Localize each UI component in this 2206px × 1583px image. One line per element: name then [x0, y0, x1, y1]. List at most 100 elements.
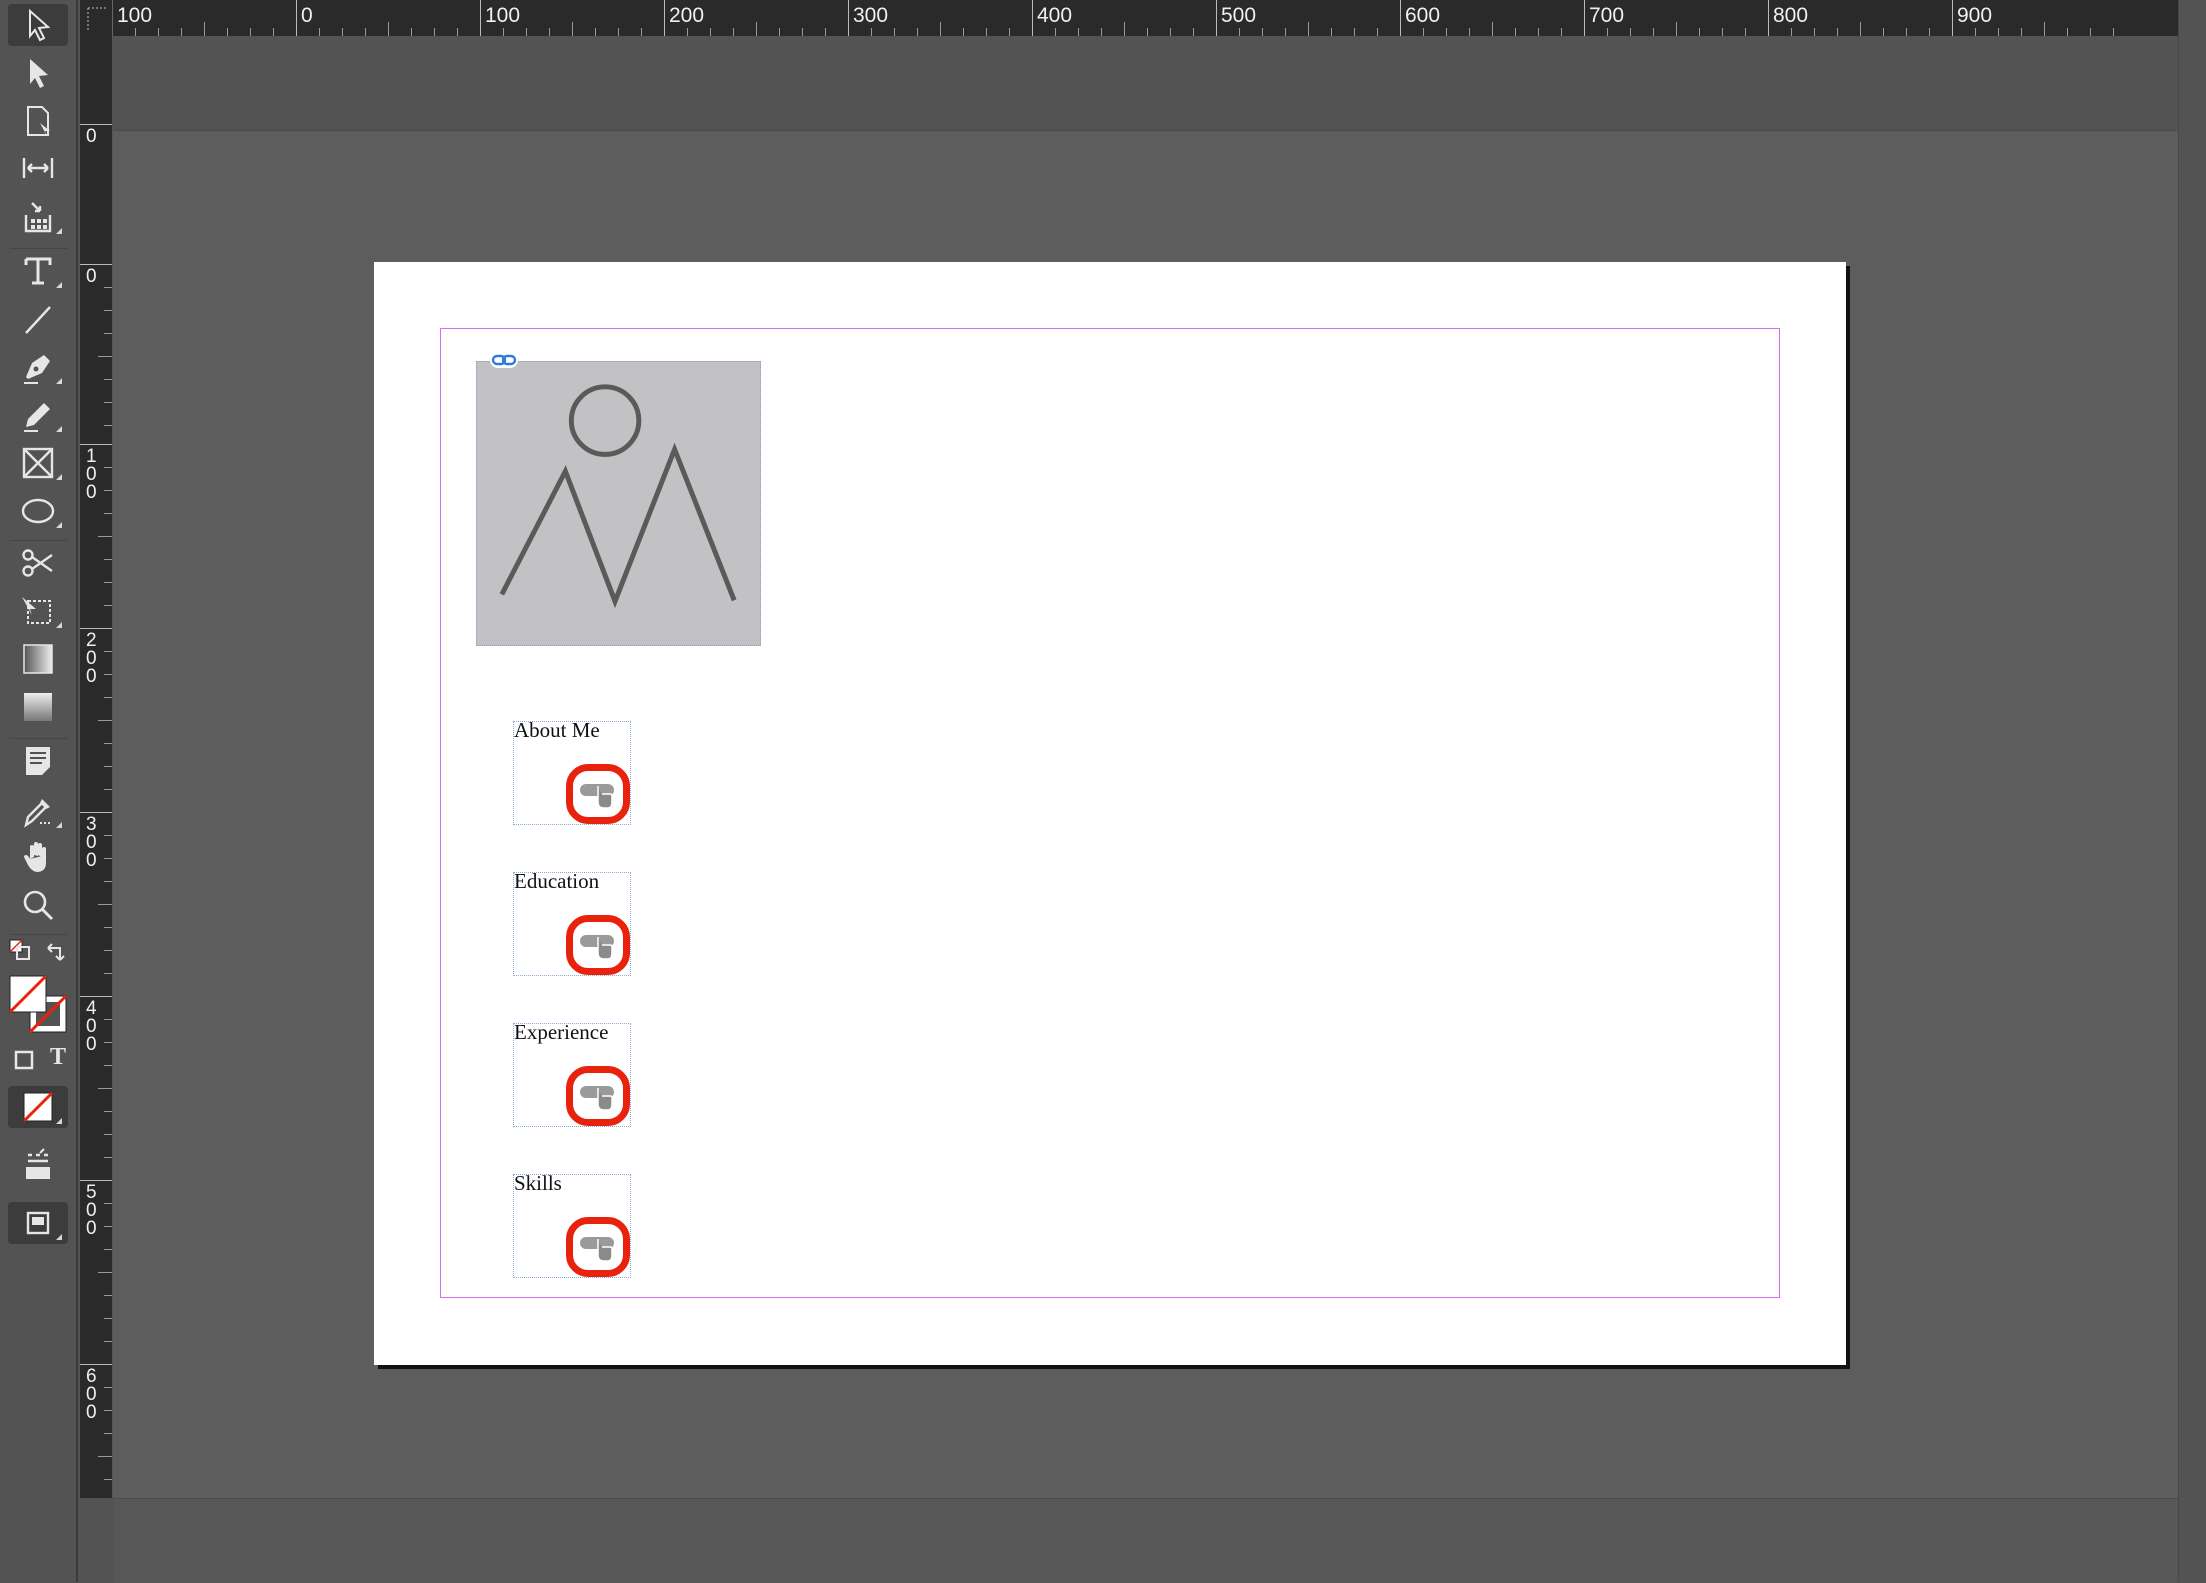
zoom-tool-button[interactable]	[8, 884, 68, 926]
nav-label: Skills	[514, 1171, 562, 1195]
formatting-container-icon[interactable]	[12, 1048, 36, 1072]
type-tool-button[interactable]	[8, 250, 68, 292]
ruler-minor-tick	[2113, 28, 2114, 36]
ruler-minor-tick	[104, 927, 112, 928]
ruler-major-tick	[848, 0, 849, 36]
nav-item-education[interactable]: Education	[513, 869, 631, 976]
frame-x-icon	[22, 447, 54, 479]
ruler-minor-tick	[1308, 22, 1309, 36]
selection-tool-button[interactable]	[8, 4, 68, 46]
ruler-major-tick	[80, 628, 112, 629]
line-tool-button[interactable]	[8, 298, 68, 340]
ruler-minor-tick	[1515, 28, 1516, 36]
ruler-minor-tick	[2090, 28, 2091, 36]
hand-tool-button[interactable]	[8, 836, 68, 878]
content-collector-tool-button[interactable]	[8, 196, 68, 238]
button-hand-pointer-icon	[580, 935, 614, 960]
ruler-label: 500	[86, 1182, 97, 1239]
ruler-minor-tick	[104, 1387, 112, 1388]
ellipse-tool-button[interactable]	[8, 490, 68, 532]
collector-icon	[24, 202, 52, 233]
zoom-icon	[23, 890, 54, 921]
ruler-label: 0	[301, 4, 313, 27]
feather-icon	[24, 693, 52, 721]
ruler-minor-tick	[104, 1295, 112, 1296]
ruler-minor-tick	[503, 28, 504, 36]
nav-label: About Me	[514, 718, 600, 742]
free-transform-tool-button[interactable]	[8, 590, 68, 632]
ruler-major-tick	[1032, 0, 1033, 36]
ruler-major-tick	[296, 0, 297, 36]
vertical-ruler[interactable]: 0 0 100 200 300 400 500 600	[80, 36, 113, 1498]
page-tool-button[interactable]	[8, 100, 68, 142]
ruler-minor-tick	[250, 28, 251, 36]
gradient-swatch-tool-button[interactable]	[8, 638, 68, 680]
ruler-minor-tick	[2021, 28, 2022, 36]
ruler-minor-tick	[1170, 28, 1171, 36]
ruler-label: 300	[86, 814, 97, 871]
nav-item-experience[interactable]: Experience	[513, 1020, 631, 1127]
ruler-minor-tick	[104, 651, 112, 652]
eyedropper-tool-button[interactable]	[8, 790, 68, 832]
nav-button[interactable]	[566, 1066, 630, 1126]
nav-button[interactable]	[566, 1217, 630, 1277]
ruler-minor-tick	[687, 28, 688, 36]
ruler-minor-tick	[1423, 28, 1424, 36]
ruler-minor-tick	[1791, 28, 1792, 36]
swap-fill-stroke-icon[interactable]	[44, 940, 68, 964]
nav-item-about[interactable]: About Me	[513, 718, 631, 825]
ruler-minor-tick	[104, 858, 112, 859]
ruler-minor-tick	[104, 881, 112, 882]
horizontal-ruler[interactable]: 100 0 100 200 300 400 500 600 700 800 900	[80, 0, 2178, 37]
rectangle-frame-tool-button[interactable]	[8, 442, 68, 484]
direct-selection-tool-button[interactable]	[8, 52, 68, 94]
ruler-minor-tick	[204, 22, 205, 36]
pencil-tool-button[interactable]	[8, 394, 68, 436]
ruler-minor-tick	[1354, 28, 1355, 36]
ruler-minor-tick	[1193, 28, 1194, 36]
gradient-feather-tool-button[interactable]	[8, 686, 68, 728]
image-placeholder-frame[interactable]	[476, 361, 761, 646]
ruler-minor-tick	[104, 1479, 112, 1480]
ruler-minor-tick	[1814, 28, 1815, 36]
apply-none-button[interactable]	[8, 1086, 68, 1128]
pencil-icon	[24, 403, 50, 432]
fill-stroke-swatches[interactable]	[8, 974, 70, 1036]
default-fill-stroke-icon[interactable]	[8, 938, 32, 962]
hand-icon	[24, 842, 46, 872]
ruler-minor-tick	[618, 28, 619, 36]
ruler-minor-tick	[1446, 28, 1447, 36]
ruler-minor-tick	[1676, 22, 1677, 36]
page-icon	[27, 106, 50, 136]
ruler-minor-tick	[104, 1410, 112, 1411]
ruler-minor-tick	[1722, 28, 1723, 36]
ruler-origin[interactable]	[80, 0, 113, 36]
scissors-tool-button[interactable]	[8, 542, 68, 584]
ellipse-icon	[21, 498, 55, 524]
nav-button[interactable]	[566, 915, 630, 975]
ruler-minor-tick	[104, 1019, 112, 1020]
ruler-minor-tick	[2067, 28, 2068, 36]
nav-button[interactable]	[566, 764, 630, 824]
vertical-scrollbar[interactable]	[2178, 0, 2206, 1582]
ruler-label: 200	[86, 630, 97, 687]
ruler-minor-tick	[365, 28, 366, 36]
ruler-minor-tick	[104, 425, 112, 426]
screen-mode-icon	[26, 1148, 50, 1179]
ruler-minor-tick	[98, 720, 112, 721]
link-icon[interactable]	[490, 352, 518, 368]
screen-mode-button[interactable]	[8, 1144, 68, 1186]
ruler-minor-tick	[1653, 28, 1654, 36]
view-mode-button[interactable]	[8, 1202, 68, 1244]
ruler-minor-tick	[104, 467, 112, 468]
note-tool-button[interactable]	[8, 740, 68, 782]
ruler-minor-tick	[1262, 28, 1263, 36]
ruler-minor-tick	[1285, 28, 1286, 36]
nav-item-skills[interactable]: Skills	[513, 1171, 631, 1278]
gap-tool-button[interactable]	[8, 147, 68, 189]
ruler-minor-tick	[104, 513, 112, 514]
document-page[interactable]: About Me Education Experience Skills	[374, 262, 1846, 1365]
formatting-text-button[interactable]: T	[46, 1044, 70, 1072]
ruler-major-tick	[1952, 0, 1953, 36]
pen-tool-button[interactable]	[8, 346, 68, 388]
